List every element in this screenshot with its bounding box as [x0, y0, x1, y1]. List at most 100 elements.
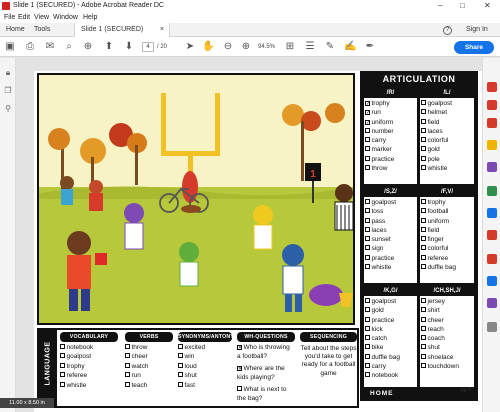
synonyms-checkbox[interactable]	[178, 381, 183, 387]
combine-files-icon[interactable]	[487, 162, 497, 172]
menu-view[interactable]: View	[34, 12, 49, 23]
word-checkbox[interactable]	[421, 199, 426, 204]
send-for-review-icon[interactable]	[487, 298, 497, 308]
word-checkbox[interactable]	[365, 335, 370, 341]
select-cursor-icon[interactable]: ➤	[184, 41, 196, 53]
menu-help[interactable]: Help	[83, 12, 97, 23]
word-checkbox[interactable]	[421, 316, 426, 322]
word-checkbox[interactable]	[421, 118, 426, 124]
word-checkbox[interactable]	[365, 217, 370, 223]
vocabulary-checkbox[interactable]	[60, 353, 65, 359]
page-thumbnails-icon[interactable]: ❐	[3, 86, 13, 96]
word-checkbox[interactable]	[421, 236, 426, 242]
export-pdf-icon[interactable]	[487, 82, 497, 92]
tab-tools[interactable]: Tools	[34, 23, 50, 37]
hand-tool-icon[interactable]: ✋	[202, 41, 214, 53]
vocabulary-checkbox[interactable]	[60, 372, 65, 378]
word-checkbox[interactable]	[421, 137, 426, 143]
verbs-checkbox[interactable]	[125, 362, 130, 368]
zoom-level[interactable]: 94.5%	[258, 42, 275, 52]
next-page-icon[interactable]: ⬇	[123, 41, 135, 53]
word-checkbox[interactable]	[365, 165, 370, 171]
document-area[interactable]: 1 ARTICULATION /R/ ✓trophy ✓run ✓uniform…	[0, 58, 482, 412]
word-checkbox[interactable]	[365, 208, 370, 214]
minimize-icon[interactable]: –	[438, 0, 442, 12]
synonyms-checkbox[interactable]	[178, 353, 183, 359]
sign-icon[interactable]: ✒	[364, 41, 376, 53]
wh-question-checkbox[interactable]	[237, 385, 242, 391]
vocabulary-checkbox[interactable]	[60, 381, 65, 387]
word-checkbox[interactable]	[365, 372, 370, 378]
save-icon[interactable]: ▣	[4, 41, 16, 53]
word-checkbox[interactable]	[365, 264, 370, 270]
word-checkbox[interactable]	[421, 226, 426, 232]
word-checkbox[interactable]	[365, 254, 370, 260]
protect-icon[interactable]	[487, 254, 497, 264]
word-checkbox[interactable]	[421, 208, 426, 214]
word-checkbox[interactable]	[421, 217, 426, 223]
word-checkbox[interactable]	[365, 226, 370, 232]
synonyms-checkbox[interactable]	[178, 372, 183, 378]
close-tab-icon[interactable]: ×	[160, 23, 164, 37]
fit-page-icon[interactable]: ⊞	[284, 41, 296, 53]
word-checkbox[interactable]	[365, 236, 370, 242]
synonyms-checkbox[interactable]	[178, 362, 183, 368]
lock-icon[interactable]: 🔒︎	[3, 68, 13, 78]
word-checkbox[interactable]	[421, 307, 426, 313]
fill-sign-icon[interactable]	[487, 208, 497, 218]
word-checkbox[interactable]	[421, 325, 426, 331]
word-checkbox[interactable]	[365, 199, 370, 204]
word-checkbox[interactable]	[421, 165, 426, 171]
word-checkbox[interactable]	[365, 316, 370, 322]
menu-window[interactable]: Window	[53, 12, 78, 23]
zoom-in-circle-icon[interactable]: ⊕	[240, 41, 252, 53]
zoom-in-icon[interactable]: ⊕	[82, 41, 94, 53]
more-tools-icon[interactable]	[487, 322, 497, 332]
verbs-checkbox[interactable]	[125, 344, 130, 349]
word-checkbox[interactable]	[421, 353, 426, 359]
vocabulary-checkbox[interactable]	[60, 362, 65, 368]
print-icon[interactable]: ⎙	[24, 41, 36, 53]
verbs-checkbox[interactable]	[125, 353, 130, 359]
word-checkbox[interactable]	[421, 127, 426, 133]
comment-tool-icon[interactable]	[487, 140, 497, 150]
wh-question-checkbox[interactable]: ✕	[237, 345, 242, 351]
wh-question-checkbox[interactable]: ✕	[237, 365, 242, 371]
help-icon[interactable]: ?	[443, 26, 452, 35]
word-checkbox[interactable]: ✓	[365, 119, 370, 125]
verbs-checkbox[interactable]	[125, 381, 130, 387]
word-checkbox[interactable]	[365, 155, 370, 161]
create-pdf-icon[interactable]	[487, 100, 497, 110]
word-checkbox[interactable]	[365, 325, 370, 331]
email-icon[interactable]: ✉	[44, 41, 56, 53]
close-window-icon[interactable]: ✕	[484, 0, 491, 12]
word-checkbox[interactable]	[421, 245, 426, 251]
send-for-signature-icon[interactable]	[487, 276, 497, 286]
search-icon[interactable]: ⌕	[63, 41, 75, 53]
attachment-icon[interactable]: ⚲	[3, 104, 13, 114]
word-checkbox[interactable]: ✓	[365, 110, 370, 116]
maximize-icon[interactable]: □	[460, 0, 465, 12]
verbs-checkbox[interactable]	[125, 372, 130, 378]
previous-page-icon[interactable]: ⬆	[103, 41, 115, 53]
menu-file[interactable]: File	[4, 12, 15, 23]
page-number-input[interactable]: 4	[142, 42, 154, 52]
word-checkbox[interactable]	[421, 264, 426, 270]
word-checkbox[interactable]	[421, 109, 426, 115]
tab-home[interactable]: Home	[6, 23, 25, 37]
word-checkbox[interactable]	[365, 344, 370, 350]
word-checkbox[interactable]	[365, 353, 370, 359]
comment-icon[interactable]: ✎	[324, 41, 336, 53]
vocabulary-checkbox[interactable]	[60, 344, 65, 349]
word-checkbox[interactable]	[421, 100, 426, 105]
share-button[interactable]: Share	[454, 41, 494, 54]
word-checkbox[interactable]	[421, 344, 426, 350]
word-checkbox[interactable]	[365, 298, 370, 303]
organize-pages-icon[interactable]	[487, 186, 497, 196]
word-checkbox[interactable]	[421, 298, 426, 303]
word-checkbox[interactable]	[421, 335, 426, 341]
redact-icon[interactable]	[487, 230, 497, 240]
word-checkbox[interactable]: ✓	[365, 101, 370, 107]
zoom-out-circle-icon[interactable]: ⊖	[222, 41, 234, 53]
highlight-icon[interactable]: ✍	[344, 41, 356, 53]
